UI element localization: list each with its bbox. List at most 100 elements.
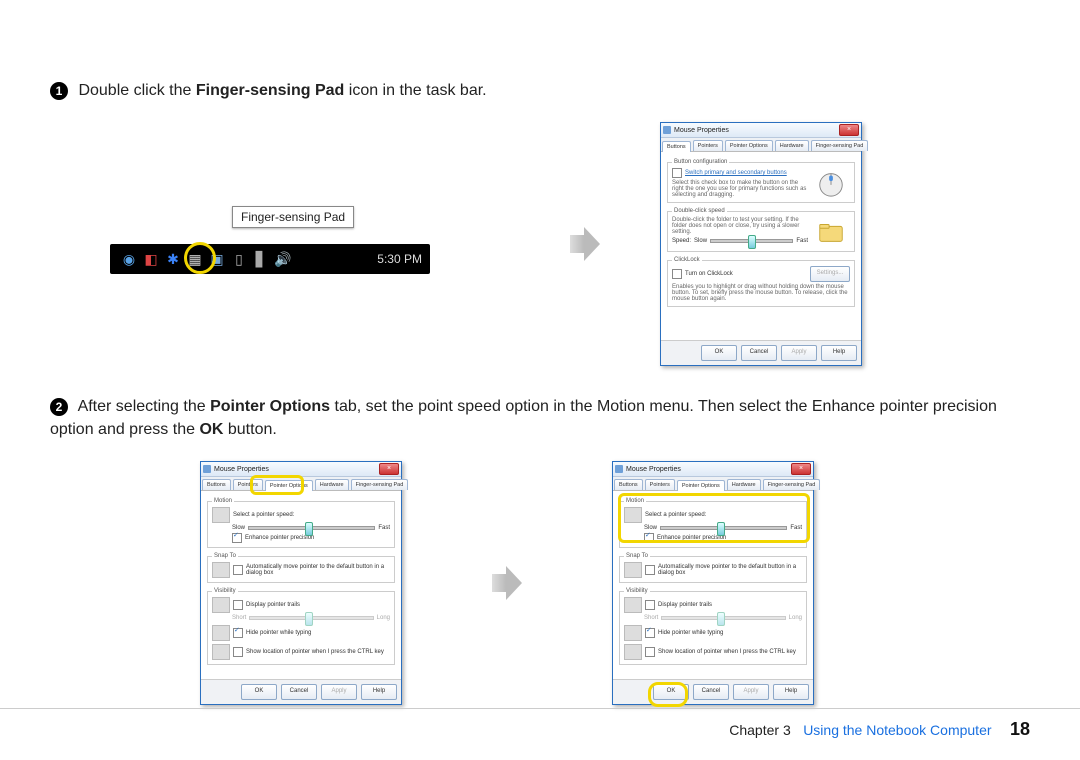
label-fast-1: Fast <box>796 238 808 244</box>
mouse-illustration-icon <box>812 168 850 198</box>
close-button[interactable]: × <box>791 463 811 475</box>
tab-buttons[interactable]: Buttons <box>662 141 691 152</box>
taskbar: ◉ ◧ ✱ ▦ ▣ ▯ ▋ 🔊 5:30 PM <box>110 244 430 274</box>
tab-pointers[interactable]: Pointers <box>693 140 723 151</box>
apply-button[interactable]: Apply <box>733 684 769 700</box>
checkbox-enhance-precision[interactable] <box>232 533 242 543</box>
tab-hardware[interactable]: Hardware <box>775 140 809 151</box>
tab-pointer-options[interactable]: Pointer Options <box>265 480 313 491</box>
trails-icon <box>624 597 642 613</box>
arrow-icon <box>492 566 522 600</box>
checkbox-trails[interactable] <box>645 600 655 610</box>
mouse-properties-dialog-po-left: Mouse Properties × Buttons Pointers Poin… <box>200 461 402 705</box>
step1-text-a: Double click the <box>78 82 195 99</box>
checkbox-snap-to[interactable] <box>233 565 243 575</box>
checkbox-ctrl-locate[interactable] <box>233 647 243 657</box>
legend-snap-to: Snap To <box>624 553 650 559</box>
tray-volume-icon: 🔊 <box>274 250 292 268</box>
apply-button[interactable]: Apply <box>781 345 817 361</box>
double-click-slider[interactable] <box>710 239 793 243</box>
legend-motion: Motion <box>624 498 646 504</box>
checkbox-hide-typing[interactable] <box>645 628 655 638</box>
close-button[interactable]: × <box>839 124 859 136</box>
checkbox-trails[interactable] <box>233 600 243 610</box>
checkbox-hide-typing[interactable] <box>233 628 243 638</box>
snap-icon <box>212 562 230 578</box>
group-double-click: Double-click speed Double-click the fold… <box>667 208 855 252</box>
group-motion: Motion Select a pointer speed: Slow Fast… <box>619 498 807 548</box>
label-select-speed: Select a pointer speed: <box>645 512 706 518</box>
tab-pointers[interactable]: Pointers <box>645 479 675 490</box>
label-snap-to: Automatically move pointer to the defaul… <box>658 564 802 576</box>
label-fast-2: Fast <box>378 525 390 531</box>
checkbox-switch-buttons[interactable] <box>672 168 682 178</box>
step1-text-c: icon in the task bar. <box>344 82 486 99</box>
ok-button[interactable]: OK <box>241 684 277 700</box>
ok-button[interactable]: OK <box>653 684 689 700</box>
cancel-button[interactable]: Cancel <box>281 684 317 700</box>
close-button[interactable]: × <box>379 463 399 475</box>
pointer-speed-slider[interactable] <box>660 526 787 530</box>
tooltip-finger-sensing-pad: Finger-sensing Pad <box>232 206 354 228</box>
checkbox-ctrl-locate[interactable] <box>645 647 655 657</box>
tab-finger-sensing-pad[interactable]: Finger-sensing Pad <box>351 479 409 490</box>
legend-snap-to: Snap To <box>212 553 238 559</box>
label-short: Short <box>232 615 246 621</box>
label-enhance-precision: Enhance pointer precision <box>245 535 314 541</box>
footer-page-number: 18 <box>1010 719 1030 739</box>
dialog-titlebar: Mouse Properties × <box>201 462 401 477</box>
dialog-app-icon <box>615 465 623 473</box>
help-button[interactable]: Help <box>773 684 809 700</box>
help-button[interactable]: Help <box>361 684 397 700</box>
tray-finger-sensing-pad-icon: ▦ <box>186 250 204 268</box>
label-hide-typing: Hide pointer while typing <box>246 630 311 636</box>
checkbox-clicklock[interactable] <box>672 269 682 279</box>
step-marker-1: 1 <box>50 82 68 100</box>
cancel-button[interactable]: Cancel <box>741 345 777 361</box>
apply-button[interactable]: Apply <box>321 684 357 700</box>
label-switch-buttons: Switch primary and secondary buttons <box>685 170 787 176</box>
page-footer: Chapter 3 Using the Notebook Computer 18 <box>0 708 1080 740</box>
label-slow-1: Slow <box>694 238 707 244</box>
tab-hardware[interactable]: Hardware <box>315 479 349 490</box>
checkbox-snap-to[interactable] <box>645 565 655 575</box>
label-select-speed: Select a pointer speed: <box>233 512 294 518</box>
dialog-button-row: OK Cancel Apply Help <box>661 340 861 365</box>
dialog-app-icon <box>203 465 211 473</box>
hide-icon <box>624 625 642 641</box>
step2-text-e: button. <box>223 421 276 438</box>
help-button[interactable]: Help <box>821 345 857 361</box>
tab-buttons[interactable]: Buttons <box>614 479 643 490</box>
label-clicklock: Turn on ClickLock <box>685 271 807 277</box>
tab-pointer-options[interactable]: Pointer Options <box>677 480 725 491</box>
dialog-button-row: OK Cancel Apply Help <box>613 679 813 704</box>
settings-button[interactable]: Settings... <box>810 266 850 282</box>
label-short: Short <box>644 615 658 621</box>
footer-chapter-title: Using the Notebook Computer <box>803 722 991 738</box>
checkbox-enhance-precision[interactable] <box>644 533 654 543</box>
label-hide-typing: Hide pointer while typing <box>658 630 723 636</box>
mouse-properties-dialog-buttons: Mouse Properties × Buttons Pointers Poin… <box>660 122 862 366</box>
tab-buttons[interactable]: Buttons <box>202 479 231 490</box>
tray-misc2-icon: ▯ <box>230 250 248 268</box>
dialog-titlebar: Mouse Properties × <box>613 462 813 477</box>
trail-length-slider <box>249 616 373 620</box>
tab-finger-sensing-pad[interactable]: Finger-sensing Pad <box>763 479 821 490</box>
ok-button[interactable]: OK <box>701 345 737 361</box>
trail-length-slider <box>661 616 785 620</box>
tab-pointers[interactable]: Pointers <box>233 479 263 490</box>
group-snap-to: Snap To Automatically move pointer to th… <box>207 553 395 583</box>
cancel-button[interactable]: Cancel <box>693 684 729 700</box>
ctrl-icon <box>624 644 642 660</box>
label-slow-2: Slow <box>232 525 245 531</box>
label-long: Long <box>789 615 802 621</box>
tab-pointer-options[interactable]: Pointer Options <box>725 140 773 151</box>
tab-hardware[interactable]: Hardware <box>727 479 761 490</box>
group-button-config: Button configuration Switch primary and … <box>667 159 855 203</box>
pointer-speed-slider[interactable] <box>248 526 375 530</box>
tab-finger-sensing-pad[interactable]: Finger-sensing Pad <box>811 140 869 151</box>
label-trails: Display pointer trails <box>658 602 712 608</box>
step-2: 2 After selecting the Pointer Options ta… <box>50 396 1030 441</box>
tray-network-icon: ▋ <box>252 250 270 268</box>
label-trails: Display pointer trails <box>246 602 300 608</box>
